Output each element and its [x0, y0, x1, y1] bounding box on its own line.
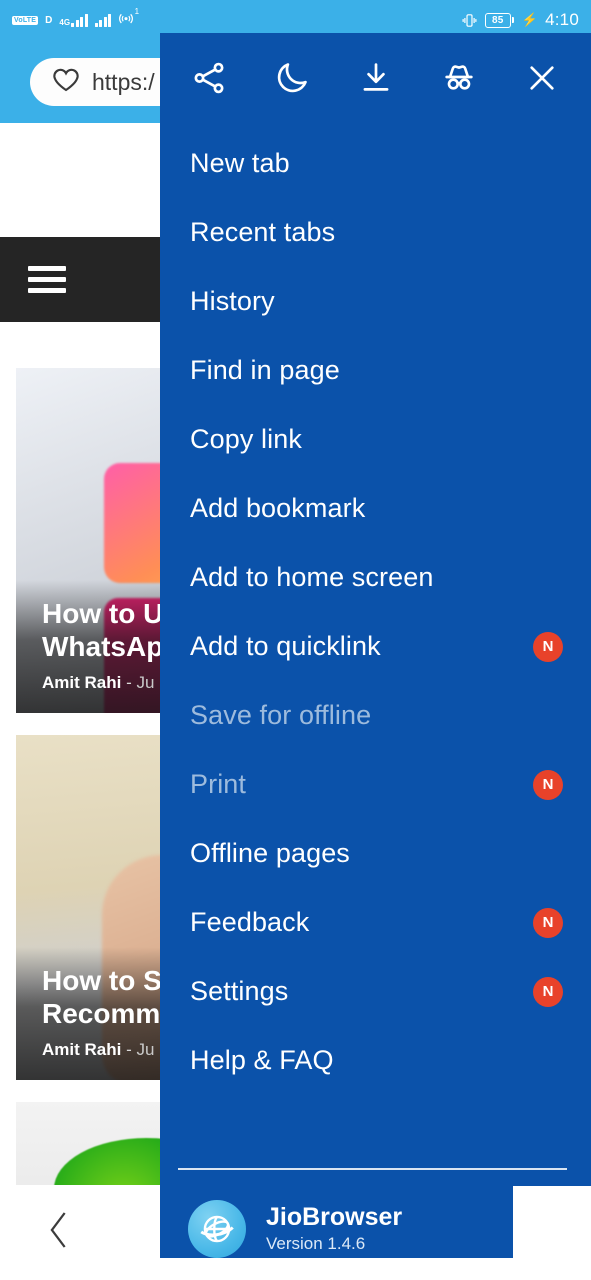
status-bar-right: 85 ⚡ 4:10 [461, 10, 579, 30]
article-date: Ju [136, 1040, 155, 1059]
phone-screen: VoLTE D 4G 1 85 ⚡ 4:10 https:/ How to U … [0, 0, 591, 1280]
night-mode-icon[interactable] [270, 56, 314, 100]
menu-item-print[interactable]: Print N [160, 750, 591, 819]
menu-quick-actions [160, 33, 591, 123]
heart-icon[interactable] [50, 65, 82, 100]
menu-item-help-and-faq[interactable]: Help & FAQ [160, 1026, 591, 1095]
menu-item-label: Add bookmark [190, 493, 366, 523]
menu-item-offline-pages[interactable]: Offline pages [160, 819, 591, 888]
signal-bars-icon-2 [94, 13, 112, 27]
clock-label: 4:10 [545, 10, 579, 29]
menu-item-label: Add to quicklink [190, 631, 381, 661]
white-overlay-region [513, 1186, 591, 1280]
menu-item-label: Find in page [190, 355, 340, 385]
menu-item-feedback[interactable]: Feedback N [160, 888, 591, 957]
menu-item-add-bookmark[interactable]: Add bookmark [160, 474, 591, 543]
battery-icon: 85 [484, 12, 514, 28]
signal-bars-icon-1: 4G [59, 13, 88, 27]
chevron-left-icon[interactable] [42, 1207, 76, 1258]
menu-item-label: Help & FAQ [190, 1045, 334, 1075]
app-version: Version 1.4.6 [266, 1234, 366, 1254]
battery-level: 85 [484, 12, 511, 28]
status-badge: N [533, 631, 563, 662]
share-icon[interactable] [187, 56, 231, 100]
network-type-label: 4G [59, 18, 71, 27]
volte-icon: VoLTE [12, 15, 39, 25]
brand-text-group: JioBrowser Version 1.4.6 [266, 1202, 403, 1255]
vibrate-icon [461, 12, 478, 29]
app-name: JioBrowser [266, 1202, 403, 1231]
menu-item-new-tab[interactable]: New tab [160, 129, 591, 198]
menu-item-label: New tab [190, 148, 290, 178]
downloads-icon[interactable] [354, 56, 398, 100]
status-bar-left: VoLTE D 4G 1 [12, 7, 139, 31]
charging-bolt-icon: ⚡ [521, 12, 539, 27]
menu-item-recent-tabs[interactable]: Recent tabs [160, 198, 591, 267]
menu-item-label: Save for offline [190, 700, 372, 730]
menu-item-label: Print [190, 769, 247, 799]
menu-divider [178, 1168, 567, 1170]
menu-item-settings[interactable]: Settings N [160, 957, 591, 1026]
menu-item-add-to-home-screen[interactable]: Add to home screen [160, 543, 591, 612]
status-badge: N [533, 907, 563, 938]
battery-tip [511, 17, 514, 23]
article-date: Ju [136, 673, 155, 692]
menu-item-label: Offline pages [190, 838, 350, 868]
menu-item-save-for-offline[interactable]: Save for offline [160, 681, 591, 750]
article-meta-separator: - [126, 673, 132, 692]
status-badge: N [533, 769, 563, 800]
menu-item-history[interactable]: History [160, 267, 591, 336]
close-icon[interactable] [520, 56, 564, 100]
article-author: Amit Rahi [42, 1040, 122, 1059]
hotspot-icon: 1 [118, 7, 139, 31]
data-indicator: D [45, 14, 53, 26]
menu-item-add-to-quicklink[interactable]: Add to quicklink N [160, 612, 591, 681]
menu-item-label: History [190, 286, 275, 316]
menu-item-label: Copy link [190, 424, 302, 454]
menu-item-copy-link[interactable]: Copy link [160, 405, 591, 474]
menu-item-label: Add to home screen [190, 562, 434, 592]
article-author: Amit Rahi [42, 673, 122, 692]
menu-items-list: New tab Recent tabs History Find in page… [160, 123, 591, 1156]
browser-menu-panel: New tab Recent tabs History Find in page… [160, 33, 591, 1258]
url-text: https:/ [92, 68, 155, 95]
hotspot-count: 1 [134, 6, 140, 16]
menu-item-label: Recent tabs [190, 217, 336, 247]
signal-bars-glyph-1 [71, 13, 88, 27]
status-badge: N [533, 976, 563, 1007]
hamburger-icon[interactable] [28, 260, 66, 299]
globe-icon [188, 1200, 246, 1258]
incognito-icon[interactable] [437, 56, 481, 100]
article-meta-separator: - [126, 1040, 132, 1059]
menu-item-label: Feedback [190, 907, 310, 937]
menu-item-find-in-page[interactable]: Find in page [160, 336, 591, 405]
menu-item-label: Settings [190, 976, 289, 1006]
